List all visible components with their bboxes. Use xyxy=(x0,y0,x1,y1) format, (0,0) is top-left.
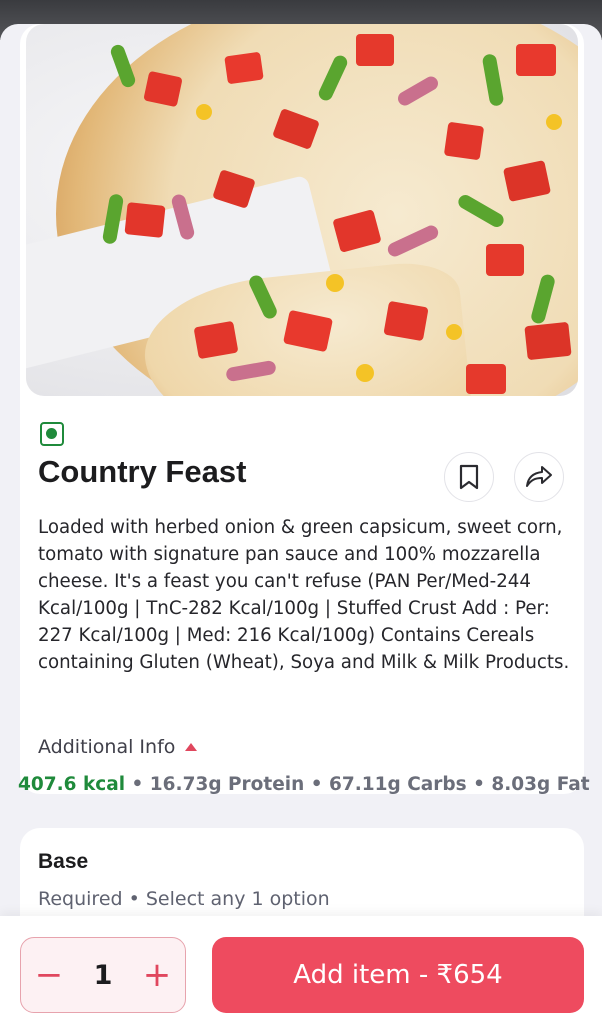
item-description: Loaded with herbed onion & green capsicu… xyxy=(38,517,570,673)
topping-tomato xyxy=(383,300,429,342)
topping-corn xyxy=(196,104,212,120)
nutrition-separator: • xyxy=(310,774,323,795)
topping-tomato xyxy=(443,121,485,161)
additional-info-label: Additional Info xyxy=(38,736,176,758)
bottom-action-bar: − 1 + Add item - ₹654 xyxy=(0,916,602,1024)
topping-tomato xyxy=(466,364,506,394)
decrement-button[interactable]: − xyxy=(21,938,77,1012)
nutrition-fat: 8.03g Fat xyxy=(491,774,590,795)
add-item-button[interactable]: Add item - ₹654 xyxy=(212,937,584,1013)
bookmark-button[interactable] xyxy=(444,452,494,502)
quantity-value: 1 xyxy=(93,959,113,991)
topping-corn xyxy=(356,364,374,382)
topping-tomato xyxy=(224,51,264,85)
nutrition-protein: 16.73g Protein xyxy=(149,774,305,795)
caret-up-icon xyxy=(185,743,198,751)
nutrition-separator: • xyxy=(131,774,144,795)
nutrition-kcal: 407.6 kcal xyxy=(18,774,126,795)
topping-tomato xyxy=(516,44,556,76)
topping-tomato xyxy=(193,320,239,360)
topping-corn xyxy=(446,324,462,340)
nutrition-separator: • xyxy=(473,774,485,795)
topping-corn xyxy=(546,114,562,130)
nutrition-summary: 407.6 kcal • 16.73g Protein • 67.11g Car… xyxy=(18,774,590,795)
topping-tomato xyxy=(124,202,166,238)
item-title: Country Feast xyxy=(38,454,247,489)
quantity-stepper: − 1 + xyxy=(20,937,186,1013)
topping-tomato xyxy=(524,321,572,361)
item-image xyxy=(26,24,578,396)
nutrition-carbs: 67.11g Carbs xyxy=(329,774,467,795)
base-section-subtitle: Required • Select any 1 option xyxy=(38,888,330,910)
share-button[interactable] xyxy=(514,452,564,502)
base-section-title: Base xyxy=(38,850,89,873)
increment-button[interactable]: + xyxy=(129,938,185,1012)
bookmark-icon xyxy=(459,464,479,490)
item-card: Country Feast Loaded with herbed onion &… xyxy=(20,24,584,794)
item-detail-sheet: Country Feast Loaded with herbed onion &… xyxy=(0,24,602,1024)
topping-tomato xyxy=(356,34,394,66)
topping-tomato xyxy=(486,244,524,276)
share-icon xyxy=(526,466,552,487)
topping-corn xyxy=(326,274,344,292)
additional-info-toggle[interactable]: Additional Info xyxy=(38,736,198,758)
veg-indicator-icon xyxy=(40,422,64,446)
